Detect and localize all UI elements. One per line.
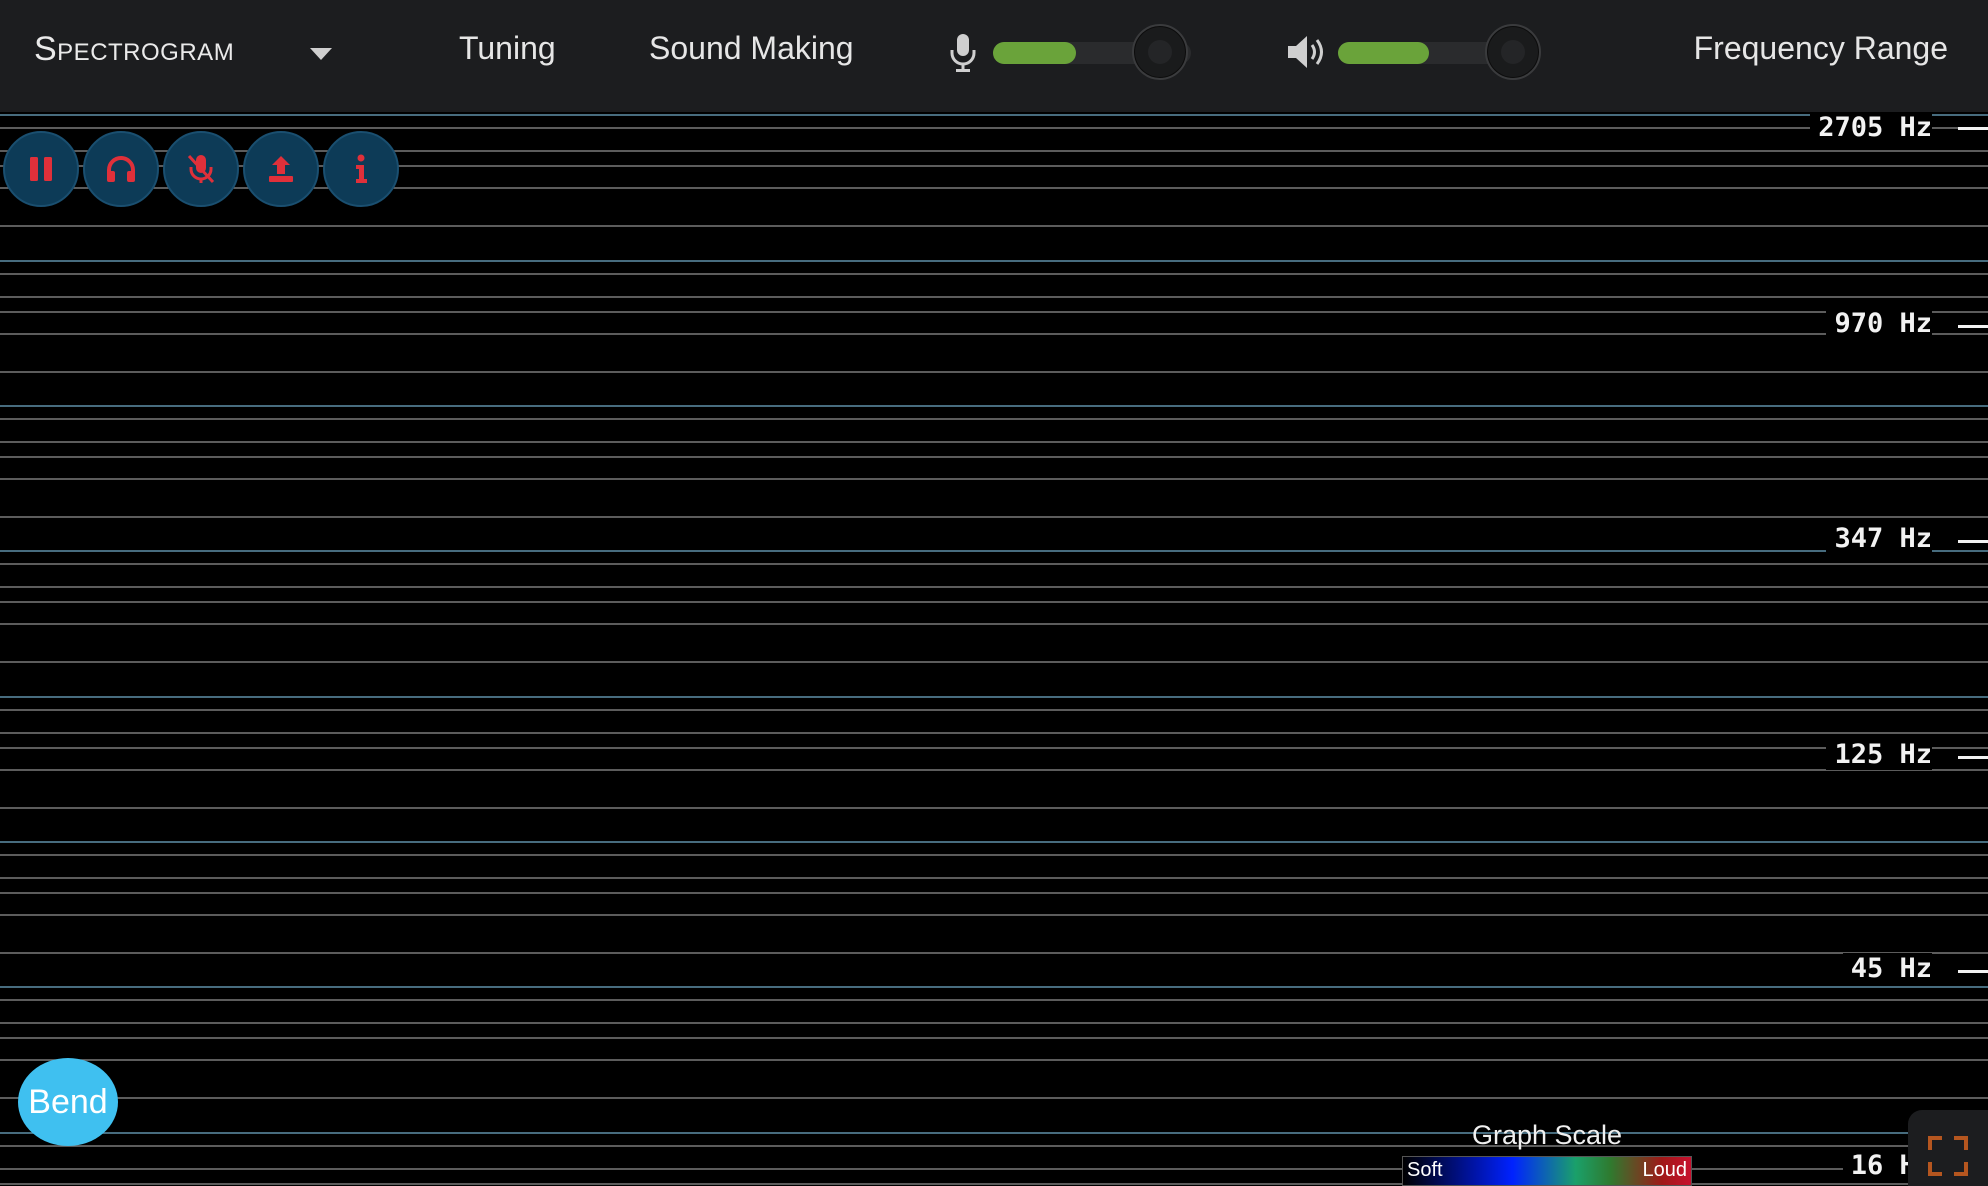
frequency-label: 970 Hz: [1826, 308, 1932, 339]
graph-scale-bar: Soft Loud: [1402, 1156, 1692, 1186]
frequency-tick: [1958, 970, 1988, 973]
info-button[interactable]: [323, 131, 399, 207]
frequency-grid: [0, 114, 1988, 1185]
info-icon: [356, 154, 367, 183]
upload-icon: [269, 156, 293, 182]
mic-off-icon: [187, 154, 215, 184]
top-bar: Spectrogram Tuning Sound Making Frequenc…: [0, 0, 1988, 112]
frequency-tick: [1958, 540, 1988, 543]
frequency-tick: [1958, 325, 1988, 328]
slider-fill: [993, 42, 1076, 64]
scale-soft-label: Soft: [1407, 1159, 1443, 1181]
nav-frequency-range[interactable]: Frequency Range: [1694, 30, 1948, 67]
slider-fill: [1338, 42, 1429, 64]
pause-button[interactable]: [3, 131, 79, 207]
nav-sound-making[interactable]: Sound Making: [649, 30, 854, 67]
headphones-icon: [107, 156, 135, 182]
pause-icon: [30, 157, 52, 181]
app-title: Spectrogram: [34, 30, 235, 68]
scale-loud-label: Loud: [1642, 1159, 1688, 1181]
spectrogram-graph[interactable]: 2705 Hz 970 Hz 347 Hz 125 Hz 45 Hz 16 Hz: [0, 112, 1988, 1186]
nav-tuning[interactable]: Tuning: [459, 30, 556, 67]
speaker-icon: [1288, 36, 1323, 68]
upload-button[interactable]: [243, 131, 319, 207]
headphones-button[interactable]: [83, 131, 159, 207]
mic-mute-button[interactable]: [163, 131, 239, 207]
slider-thumb[interactable]: [1485, 24, 1541, 80]
frequency-tick: [1958, 127, 1988, 130]
frequency-label: 125 Hz: [1826, 739, 1932, 770]
graph-scale-title: Graph Scale: [1471, 1120, 1623, 1150]
slider-thumb[interactable]: [1132, 24, 1188, 80]
mic-volume-slider[interactable]: [993, 24, 1191, 80]
chevron-down-icon[interactable]: [310, 48, 332, 60]
frequency-tick: [1958, 756, 1988, 759]
bend-button[interactable]: Bend: [18, 1058, 118, 1146]
fullscreen-button[interactable]: [1908, 1110, 1988, 1186]
speaker-volume-slider[interactable]: [1338, 24, 1541, 80]
frequency-label: 347 Hz: [1826, 523, 1932, 554]
spectrogram-app: Spectrogram Tuning Sound Making Frequenc…: [0, 0, 1988, 1186]
frequency-label: 45 Hz: [1842, 953, 1932, 984]
fullscreen-icon: [1928, 1136, 1968, 1176]
frequency-label: 2705 Hz: [1810, 112, 1932, 143]
microphone-icon: [950, 34, 976, 72]
